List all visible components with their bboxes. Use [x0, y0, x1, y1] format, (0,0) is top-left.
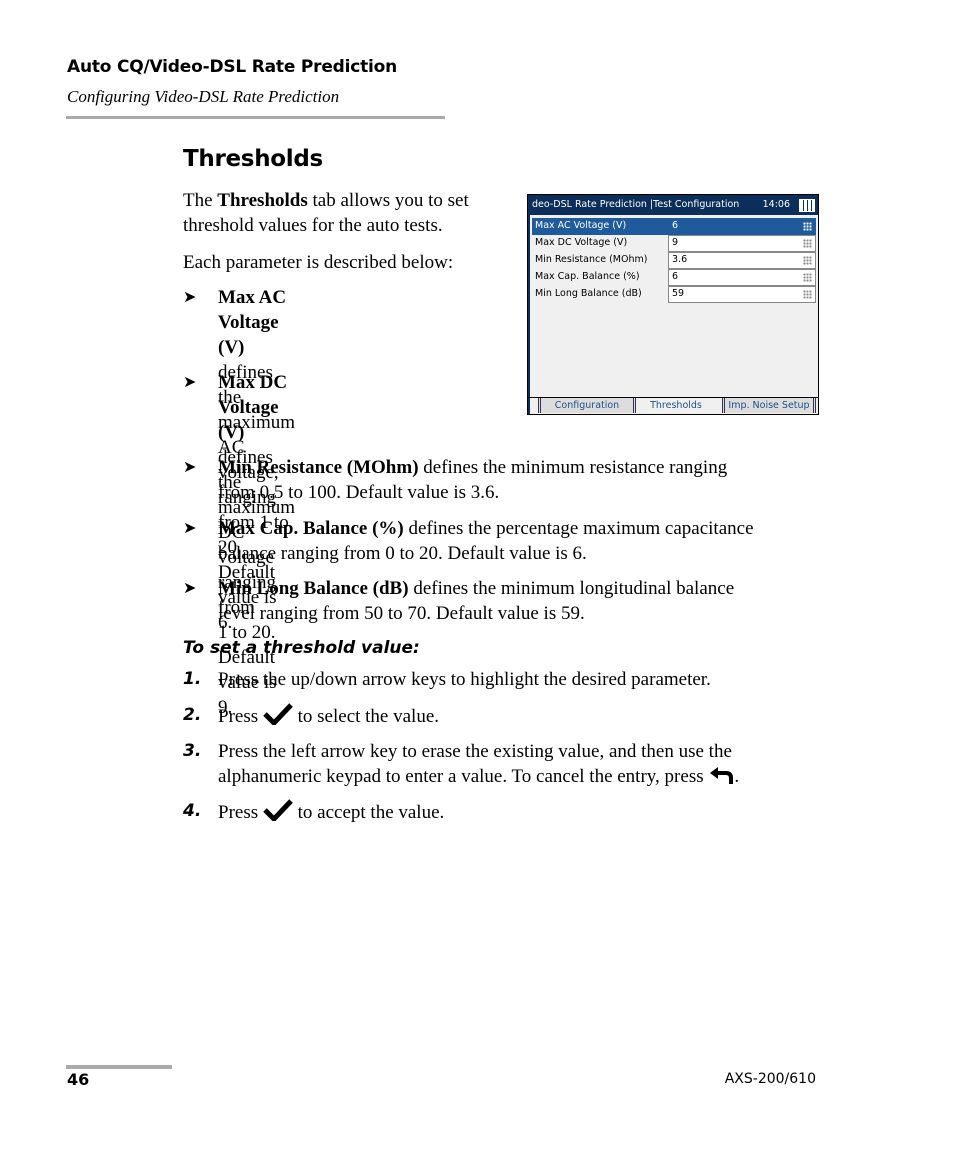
product-name: AXS-200/610	[724, 1071, 816, 1087]
param-row-max-cap-balance[interactable]: Max Cap. Balance (%) 6	[532, 269, 816, 286]
bullet-text: defines the minimum resistance ranging	[418, 457, 728, 478]
device-clock: 14:06	[762, 199, 790, 210]
bullet-text: level ranging from 50 to 70. Default val…	[218, 603, 585, 624]
keypad-icon[interactable]	[803, 256, 812, 265]
device-title: deo-DSL Rate Prediction |Test Configurat…	[532, 199, 740, 210]
param-value-field[interactable]: 9	[668, 235, 816, 252]
bullet-term: Max AC Voltage (V)	[218, 287, 287, 358]
keypad-icon[interactable]	[803, 239, 812, 248]
step-text: Press	[218, 706, 263, 727]
bullet-text: defines the percentage maximum capacitan…	[403, 518, 754, 539]
param-value: 6	[672, 271, 679, 282]
intro-rest: tab allows you to set	[307, 190, 469, 211]
intro-pre: The	[183, 190, 218, 211]
tab-configuration[interactable]: Configuration	[538, 398, 636, 413]
param-value-field[interactable]: 6	[668, 269, 816, 286]
step-number: 2.	[183, 705, 202, 725]
param-label: Max DC Voltage (V)	[535, 237, 628, 248]
step-text: Press the left arrow key to erase the ex…	[218, 741, 732, 762]
step-number: 3.	[183, 741, 202, 761]
arrow-bullet-icon: ➤	[183, 520, 197, 537]
intro-line2: threshold values for the auto tests.	[183, 215, 443, 236]
header-rule	[66, 116, 445, 119]
bullet-text: balance ranging from 0 to 20. Default va…	[218, 543, 587, 564]
step-text: to accept the value.	[297, 802, 445, 823]
param-label: Max Cap. Balance (%)	[535, 271, 640, 282]
param-value-field[interactable]: 59	[668, 286, 816, 303]
page-number: 46	[67, 1070, 90, 1089]
param-value-field[interactable]: 6	[668, 218, 816, 235]
step-text: alphanumeric keypad to enter a value. To…	[218, 766, 709, 787]
back-arrow-icon	[710, 767, 734, 784]
bullet-term: Min Long Balance (dB)	[218, 578, 409, 599]
intro-paragraph: The Thresholds tab allows you to set thr…	[183, 188, 469, 238]
checkmark-icon	[263, 799, 293, 821]
bullet-term: Max Cap. Balance (%)	[218, 518, 404, 539]
arrow-bullet-icon: ➤	[183, 580, 197, 597]
bullet-text: from 0.5 to 100. Default value is 3.6.	[218, 482, 500, 503]
param-value: 59	[672, 288, 685, 299]
keypad-icon[interactable]	[803, 290, 812, 299]
param-label: Max AC Voltage (V)	[535, 220, 627, 231]
arrow-bullet-icon: ➤	[183, 289, 197, 306]
step-number: 4.	[183, 801, 202, 821]
param-row-max-ac-voltage[interactable]: Max AC Voltage (V) 6	[532, 218, 816, 235]
device-screenshot: deo-DSL Rate Prediction |Test Configurat…	[527, 194, 819, 415]
param-value: 9	[672, 237, 679, 248]
page-title: Thresholds	[183, 146, 323, 172]
checkmark-icon	[263, 703, 293, 725]
each-param-text: Each parameter is described below:	[183, 252, 454, 273]
step-text: Press the up/down arrow keys to highligh…	[218, 669, 711, 690]
param-value: 3.6	[672, 254, 688, 265]
param-row-min-long-balance[interactable]: Min Long Balance (dB) 59	[532, 286, 816, 303]
device-title-bar: deo-DSL Rate Prediction |Test Configurat…	[528, 195, 818, 215]
step-text: Press	[218, 802, 263, 823]
step-text: .	[734, 766, 740, 787]
intro-bold: Thresholds	[217, 190, 308, 211]
keypad-icon[interactable]	[803, 222, 812, 231]
param-value-field[interactable]: 3.6	[668, 252, 816, 269]
bullet-term: Min Resistance (MOhm)	[218, 457, 419, 478]
section-subtitle: Configuring Video-DSL Rate Prediction	[67, 87, 340, 106]
param-label: Min Resistance (MOhm)	[535, 254, 648, 265]
keypad-icon[interactable]	[803, 273, 812, 282]
chapter-title: Auto CQ/Video-DSL Rate Prediction	[67, 57, 398, 77]
device-tab-bar: Configuration Thresholds Imp. Noise Setu…	[528, 397, 818, 414]
tab-thresholds[interactable]: Thresholds	[634, 398, 718, 413]
footer-rule	[66, 1065, 172, 1069]
arrow-bullet-icon: ➤	[183, 374, 197, 391]
arrow-bullet-icon: ➤	[183, 459, 197, 476]
step-number: 1.	[183, 669, 202, 689]
battery-icon	[799, 199, 815, 212]
step-text: to select the value.	[297, 706, 440, 727]
param-label: Min Long Balance (dB)	[535, 288, 642, 299]
param-row-max-dc-voltage[interactable]: Max DC Voltage (V) 9	[532, 235, 816, 252]
bullet-term: Max DC Voltage (V)	[218, 372, 288, 443]
bullet-text: defines the minimum longitudinal balance	[408, 578, 735, 599]
param-row-min-resistance[interactable]: Min Resistance (MOhm) 3.6	[532, 252, 816, 269]
device-frame-edge	[528, 215, 530, 414]
tab-imp-noise-setup[interactable]: Imp. Noise Setup	[722, 398, 816, 413]
procedure-title: To set a threshold value:	[183, 638, 420, 658]
param-value: 6	[672, 220, 679, 231]
